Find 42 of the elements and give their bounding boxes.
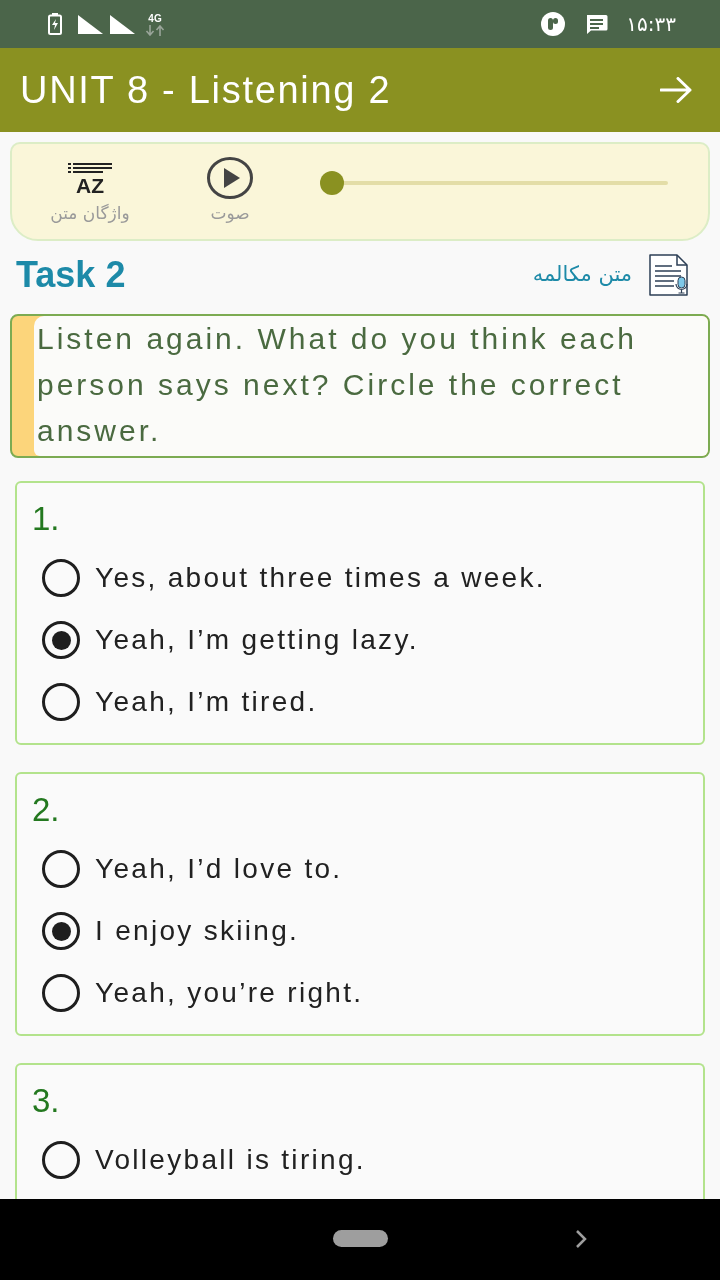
radio-button[interactable] xyxy=(42,621,80,659)
option-text: Yeah, you’re right. xyxy=(95,976,364,1010)
question-number: 1. xyxy=(32,501,60,537)
radio-button[interactable] xyxy=(42,683,80,721)
task-title: Task 2 xyxy=(16,254,126,296)
option-text: Yeah, I’m getting lazy. xyxy=(95,623,419,657)
page-title: UNIT 8 - Listening 2 xyxy=(20,68,392,113)
radio-button[interactable] xyxy=(42,912,80,950)
option-text: Yes, about three times a week. xyxy=(95,561,546,595)
vocabulary-label: واژگان متن xyxy=(50,202,130,224)
radio-button[interactable] xyxy=(42,974,80,1012)
list-lines-icon xyxy=(68,163,112,173)
play-icon xyxy=(207,157,253,199)
radio-button[interactable] xyxy=(42,1141,80,1179)
document-microphone-icon xyxy=(648,254,690,296)
transcript-button[interactable]: متن مکالمه xyxy=(532,254,690,296)
signal-icon xyxy=(78,14,103,34)
option-text: Yeah, I’d love to. xyxy=(95,852,343,886)
chevron-right-icon[interactable] xyxy=(575,1230,587,1248)
option-text: Yeah, I’m tired. xyxy=(95,685,318,719)
home-pill-button[interactable] xyxy=(333,1230,388,1247)
network-type: 4G xyxy=(148,12,162,24)
arrow-right-icon xyxy=(660,77,692,103)
clock-time: ۱۵:۳۳ xyxy=(626,11,676,38)
option-text: Volleyball is tiring. xyxy=(95,1143,366,1177)
radio-button[interactable] xyxy=(42,559,80,597)
option-text: I enjoy skiing. xyxy=(95,914,300,948)
question-number: 2. xyxy=(32,792,60,828)
audio-label: صوت xyxy=(210,202,250,224)
app-status-icon xyxy=(540,12,567,36)
vocabulary-icon-letters: AZ xyxy=(76,175,104,197)
audio-slider[interactable] xyxy=(320,171,668,195)
audio-button[interactable]: صوت xyxy=(185,144,275,224)
signal-icon xyxy=(110,14,135,34)
question-number: 3. xyxy=(32,1083,60,1119)
battery-charging-icon xyxy=(48,13,62,35)
transcript-label: متن مکالمه xyxy=(532,261,632,289)
slider-thumb[interactable] xyxy=(320,171,344,195)
radio-button[interactable] xyxy=(42,850,80,888)
instruction-text: Listen again. What do you think each person says next? Circle the correct answer. xyxy=(34,316,708,456)
data-arrows-icon xyxy=(145,24,165,36)
message-icon xyxy=(585,14,609,34)
